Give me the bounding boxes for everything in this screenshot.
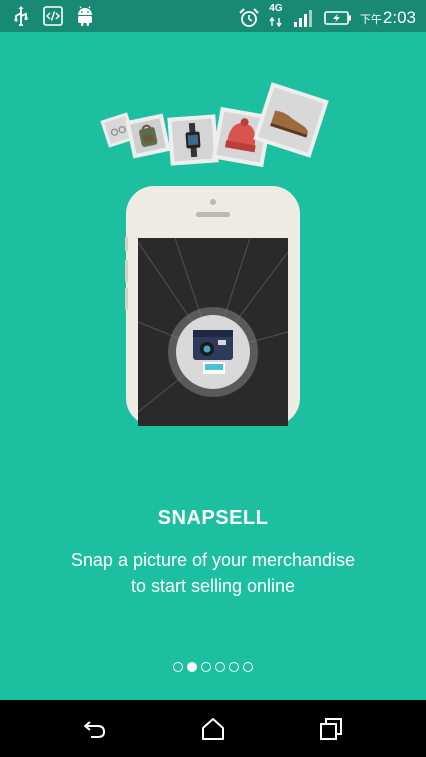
status-bar: 4G 下午 2:03 <box>0 0 426 32</box>
network-indicator: 4G <box>268 4 284 32</box>
network-type-label: 4G <box>269 3 283 14</box>
status-right-icons: 4G 下午 2:03 <box>238 4 416 32</box>
battery-charging-icon <box>324 11 351 25</box>
snapsell-illustration <box>100 82 329 426</box>
clock: 下午 2:03 <box>360 8 416 28</box>
status-left-icons <box>10 5 96 27</box>
alarm-clock-icon <box>239 8 259 27</box>
onboarding-page[interactable]: SNAPSELL Snap a picture of your merchand… <box>0 32 426 700</box>
back-arrow-icon[interactable] <box>82 716 108 742</box>
android-icon <box>78 6 92 26</box>
recent-apps-icon[interactable] <box>318 716 344 742</box>
page-dot-5 <box>229 662 239 672</box>
photo-backpack <box>125 113 171 159</box>
page-dot-3 <box>201 662 211 672</box>
page-dot-6 <box>243 662 253 672</box>
onboarding-subtitle: Snap a picture of your merchandise to st… <box>0 547 426 599</box>
page-indicator <box>0 662 426 672</box>
photo-smartwatch <box>167 114 219 166</box>
usb-icon <box>14 6 28 26</box>
clock-period: 下午 <box>359 14 382 26</box>
page-dot-4 <box>215 662 225 672</box>
onboarding-title: SNAPSELL <box>157 507 269 529</box>
page-dot-1 <box>173 662 183 672</box>
subtitle-line-1: Snap a picture of your merchandise <box>70 550 356 570</box>
clock-time: 2:03 <box>382 8 416 27</box>
navigation-bar <box>0 700 426 757</box>
signal-bars-icon <box>293 10 312 27</box>
home-icon[interactable] <box>200 716 226 742</box>
developer-code-icon <box>43 6 63 26</box>
data-arrows-icon <box>269 16 282 28</box>
subtitle-line-2: to start selling online <box>130 576 296 596</box>
phone-graphic <box>125 186 300 426</box>
page-dot-2 <box>187 662 197 672</box>
